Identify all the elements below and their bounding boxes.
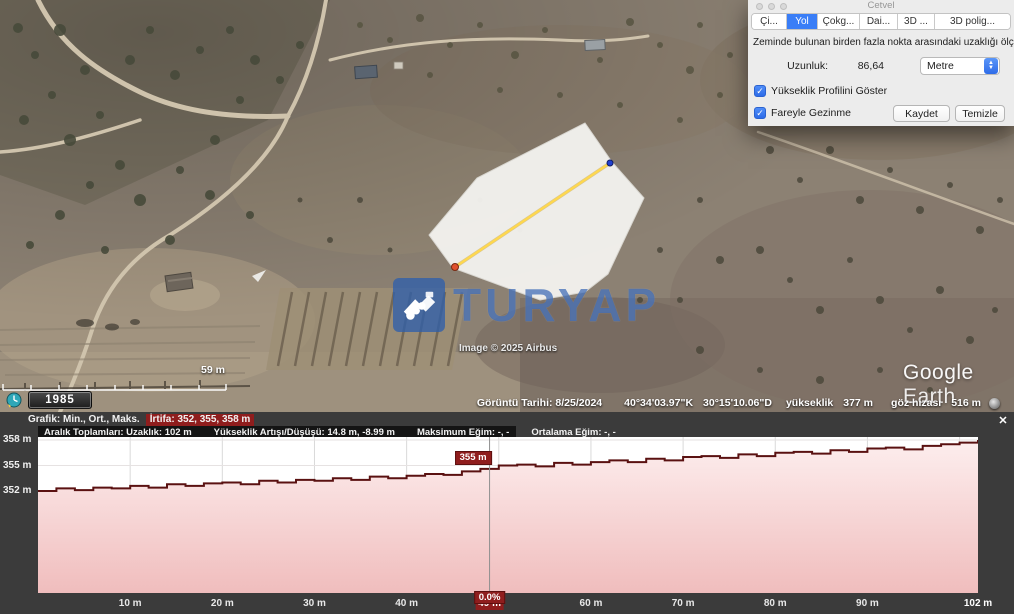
close-profile-icon[interactable]: ✕ [996,414,1010,428]
x-tick-label: 40 m [392,597,421,610]
avg-slope: Ortalama Eğim: -, - [531,427,615,438]
dialog-titlebar[interactable]: Cetvel [748,0,1014,11]
max-slope: Maksimum Eğim: -, - [417,427,509,438]
gain-loss: Yükseklik Artışı/Düşüşü: 14.8 m, -8.99 m [214,427,395,438]
cursor-slope-tooltip: 0.0% [474,591,506,604]
image-credit: Image © 2025 Airbus [459,343,557,354]
save-button[interactable]: Kaydet [893,105,950,122]
x-tick-label: 80 m [761,597,790,610]
longitude: 30°15'10.06"D [703,397,772,409]
window-controls[interactable] [756,3,787,10]
x-tick-label: 102 m [961,597,995,610]
x-tick-label: 70 m [669,597,698,610]
elevation-stats-highlight: İrtifa: 352, 355, 358 m [146,414,255,426]
eye-altitude-label: göz hizası [891,397,941,409]
length-row: Uzunluk: 86,64 Metre ▲▼ [748,57,1014,75]
length-value: 86,64 [858,60,884,72]
imagery-date: Görüntü Tarihi: 8/25/2024 [477,397,602,409]
tab-circle[interactable]: Dai... [860,14,898,29]
unit-value: Metre [921,60,984,72]
streetview-pegman-icon[interactable] [989,398,1000,409]
measure-mode-tabs: Çi... Yol Çokg... Dai... 3D ... 3D polig… [751,13,1011,30]
eye-altitude-value: 516 m [951,397,981,409]
elevation-value: 377 m [843,397,873,409]
show-profile-label: Yükseklik Profilini Göster [771,85,887,97]
dialog-title: Cetvel [748,0,1014,11]
plowed-field [266,288,468,370]
x-tick-label: 20 m [208,597,237,610]
range-totals-distance: Aralık Toplamları: Uzaklık: 102 m [44,427,192,438]
clear-button[interactable]: Temizle [955,105,1005,122]
elevation-chart-svg[interactable] [38,437,978,593]
x-tick-label: 90 m [853,597,882,610]
ruler-start-point[interactable] [452,264,459,271]
elevation-label: yükseklik [786,397,833,409]
x-tick-label: 60 m [577,597,606,610]
y-tick-label: 352 m [3,485,37,496]
x-tick-label: 10 m [116,597,145,610]
scale-label: 59 m [201,364,225,376]
latitude: 40°34'03.97"K [624,397,693,409]
ruler-dialog: Cetvel Çi... Yol Çokg... Dai... 3D ... 3… [748,0,1014,126]
close-window-icon[interactable] [756,3,763,10]
elevation-chart[interactable] [38,437,978,593]
tab-path[interactable]: Yol [787,14,818,29]
cursor-elevation-tooltip: 355 m [455,451,492,465]
dialog-description: Zeminde bulunan birden fazla nokta arası… [753,37,1014,48]
status-bar: Görüntü Tarihi: 8/25/2024 40°34'03.97"K … [0,394,1014,412]
profile-header-row1: Grafik: Min., Ort., Maks. İrtifa: 352, 3… [0,413,1014,426]
tab-polygon[interactable]: Çokg... [818,14,860,29]
tab-3d-polygon[interactable]: 3D polig... [935,14,1010,29]
elevation-profile-panel: Grafik: Min., Ort., Maks. İrtifa: 352, 3… [0,412,1014,614]
tab-3d-path[interactable]: 3D ... [898,14,935,29]
y-tick-label: 358 m [3,434,37,445]
unit-dropdown[interactable]: Metre ▲▼ [920,57,1000,75]
zoom-window-icon[interactable] [780,3,787,10]
check-icon: ✓ [756,86,764,96]
logo-google: Google [903,361,974,384]
graph-stats-label: Grafik: Min., Ort., Maks. [28,414,140,425]
x-tick-label: 30 m [300,597,329,610]
profile-checkbox-row: ✓ Yükseklik Profilini Göster [754,85,1014,97]
dropdown-stepper-icon: ▲▼ [984,58,998,74]
length-label: Uzunluk: [787,60,828,72]
show-profile-checkbox[interactable]: ✓ [754,85,766,97]
tab-line[interactable]: Çi... [752,14,787,29]
y-tick-label: 355 m [3,460,37,471]
ruler-end-point[interactable] [607,160,613,166]
minimize-window-icon[interactable] [768,3,775,10]
google-earth-window: TURYAP Image © 2025 Airbus Google Earth … [0,0,1014,614]
